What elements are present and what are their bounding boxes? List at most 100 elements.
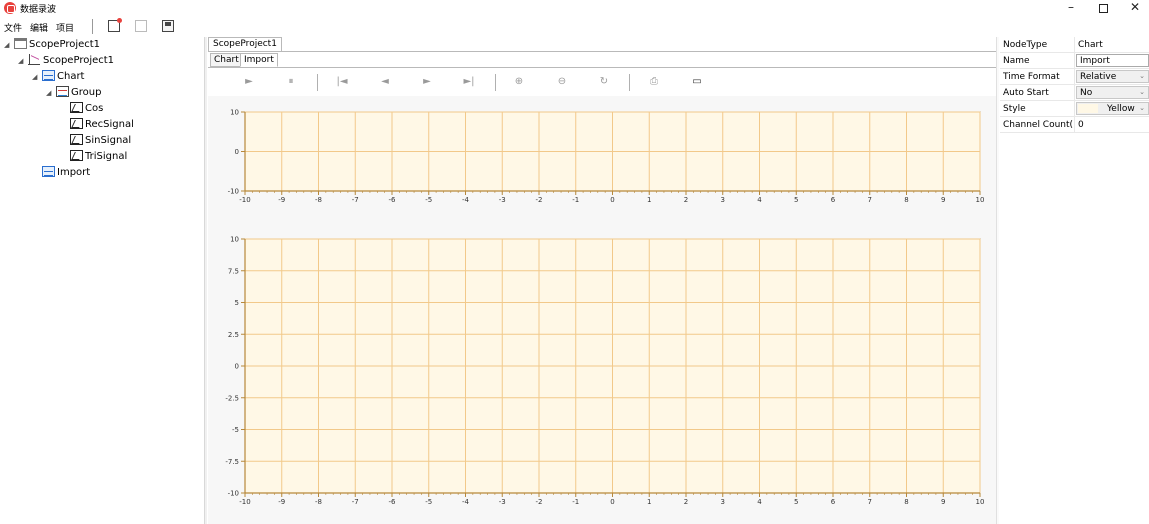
chart-icon xyxy=(42,166,55,177)
column-divider xyxy=(1074,53,1075,69)
column-divider xyxy=(1074,37,1075,53)
tree-node-group[interactable]: ◢ Group xyxy=(46,85,101,101)
x-tick-label: -7 xyxy=(352,196,359,204)
tree-node-label: ScopeProject1 xyxy=(43,55,115,66)
x-tick-label: -3 xyxy=(499,196,506,204)
collapse-arrow-icon[interactable]: ◢ xyxy=(46,85,56,101)
x-tick-label: -10 xyxy=(239,498,250,506)
x-tick-label: -4 xyxy=(462,196,470,204)
export-icon[interactable]: ⎙ xyxy=(647,75,661,89)
column-divider xyxy=(1074,69,1075,85)
menu-edit[interactable]: 编辑 xyxy=(30,21,48,34)
chart-disabled-icon xyxy=(135,20,147,32)
property-row-autostart: Auto Start No ⌄ xyxy=(1000,85,1149,101)
close-button[interactable]: ✕ xyxy=(1120,0,1149,17)
time-format-select[interactable]: Relative ⌄ xyxy=(1076,70,1149,83)
add-chart-icon[interactable] xyxy=(108,18,122,32)
first-frame-icon[interactable]: |◄ xyxy=(335,75,349,89)
tree-node-recsignal[interactable]: RecSignal xyxy=(70,117,134,133)
menu-file[interactable]: 文件 xyxy=(4,21,22,34)
maximize-icon xyxy=(1098,4,1108,13)
reset-zoom-icon[interactable]: ↻ xyxy=(597,75,611,89)
open-folder-icon[interactable]: ▭ xyxy=(690,75,704,89)
left-splitter[interactable] xyxy=(204,37,207,524)
x-tick-label: -9 xyxy=(278,196,285,204)
property-key: Style xyxy=(1003,104,1026,114)
property-key: NodeType xyxy=(1003,40,1048,50)
y-tick-label: -2.5 xyxy=(225,394,239,402)
toolbar-separator xyxy=(495,74,496,91)
column-divider xyxy=(1074,117,1075,133)
right-splitter[interactable] xyxy=(996,37,999,524)
project-tree: ◢ ScopeProject1 ◢ ScopeProject1 ◢ Chart ◢ Gr… xyxy=(0,37,204,524)
y-tick-label: -5 xyxy=(232,426,239,434)
x-tick-label: 6 xyxy=(831,196,836,204)
signal-icon xyxy=(70,150,83,161)
property-value: Chart xyxy=(1078,40,1103,50)
x-tick-label: 7 xyxy=(868,498,872,506)
tree-node-import[interactable]: Import xyxy=(42,165,90,181)
chart-2: -10 -9 -8 -7 -6 -5 -4 -3 -2 -1 0 1 2 3 4 5 6 7 8 9 10107.552… xyxy=(225,236,984,507)
x-tick-label: -1 xyxy=(572,196,579,204)
tab-scopeproject1[interactable]: ScopeProject1 xyxy=(208,37,282,51)
x-tick-label: 3 xyxy=(721,498,725,506)
tree-node-root[interactable]: ◢ ScopeProject1 xyxy=(4,37,100,53)
tree-node-trisignal[interactable]: TriSignal xyxy=(70,149,127,165)
tree-node-label: TriSignal xyxy=(85,151,128,162)
x-tick-label: -6 xyxy=(389,498,397,506)
previous-icon[interactable]: ◄ xyxy=(378,75,392,89)
subtab-divider xyxy=(208,67,996,68)
maximize-button[interactable] xyxy=(1088,0,1118,17)
tree-node-sinsignal[interactable]: SinSignal xyxy=(70,133,131,149)
menu-project[interactable]: 项目 xyxy=(56,21,74,34)
last-frame-icon[interactable]: ►| xyxy=(462,75,476,89)
chevron-down-icon: ⌄ xyxy=(1139,88,1145,96)
tab-divider xyxy=(208,51,996,52)
save-icon[interactable] xyxy=(162,20,174,32)
subtab-import[interactable]: Import xyxy=(240,53,278,67)
column-divider xyxy=(1074,101,1075,117)
toolbar-separator xyxy=(92,19,93,34)
tree-node-cos[interactable]: Cos xyxy=(70,101,103,117)
zoom-in-icon[interactable]: ⊕ xyxy=(512,75,526,89)
tree-node-label: Cos xyxy=(85,103,104,114)
x-tick-label: 10 xyxy=(976,196,985,204)
auto-start-select[interactable]: No ⌄ xyxy=(1076,86,1149,99)
tree-node-chart[interactable]: ◢ Chart xyxy=(32,69,84,85)
x-tick-label: 0 xyxy=(610,196,614,204)
y-tick-label: 10 xyxy=(230,236,239,244)
tree-node-label: RecSignal xyxy=(85,119,134,130)
title-bar: 数据录波 – ✕ xyxy=(0,0,1149,17)
property-key: Channel Count(M: xyxy=(1003,120,1073,130)
chart-icon xyxy=(42,70,55,81)
property-value: 0 xyxy=(1078,120,1084,130)
x-tick-label: 9 xyxy=(941,196,945,204)
x-tick-label: -5 xyxy=(425,498,432,506)
x-tick-label: 4 xyxy=(757,498,762,506)
signal-icon xyxy=(70,118,83,129)
property-row-channelcount: Channel Count(M: 0 xyxy=(1000,117,1149,133)
property-grid: NodeType Chart Name Import Time Format R… xyxy=(1000,37,1149,133)
collapse-arrow-icon[interactable]: ◢ xyxy=(32,69,42,85)
x-tick-label: 1 xyxy=(647,498,651,506)
group-icon xyxy=(56,86,69,97)
collapse-arrow-icon[interactable]: ◢ xyxy=(18,53,28,69)
x-tick-label: 4 xyxy=(757,196,762,204)
tree-node-label: SinSignal xyxy=(85,135,132,146)
subtab-chart[interactable]: Chart xyxy=(210,53,243,67)
play-icon[interactable]: ► xyxy=(242,75,256,89)
y-tick-label: 7.5 xyxy=(228,267,239,275)
name-input[interactable]: Import xyxy=(1076,54,1149,67)
pause-icon[interactable]: ⏸ xyxy=(284,75,298,89)
collapse-arrow-icon[interactable]: ◢ xyxy=(4,37,14,53)
signal-icon xyxy=(70,134,83,145)
charts-svg[interactable]: -10 -9 -8 -7 -6 -5 -4 -3 -2 -1 0 1 2 3 4 5 6 7 8 9 10100-10-… xyxy=(208,96,996,524)
minimize-button[interactable]: – xyxy=(1056,0,1086,17)
next-icon[interactable]: ► xyxy=(420,75,434,89)
tree-node-project[interactable]: ◢ ScopeProject1 xyxy=(18,53,114,69)
chart-1: -10 -9 -8 -7 -6 -5 -4 -3 -2 -1 0 1 2 3 4 5 6 7 8 9 10100-10 xyxy=(228,109,985,205)
toolbar-separator xyxy=(317,74,318,91)
color-swatch xyxy=(1078,104,1098,113)
zoom-out-icon[interactable]: ⊖ xyxy=(555,75,569,89)
style-select[interactable]: Yellow ⌄ xyxy=(1076,102,1149,115)
